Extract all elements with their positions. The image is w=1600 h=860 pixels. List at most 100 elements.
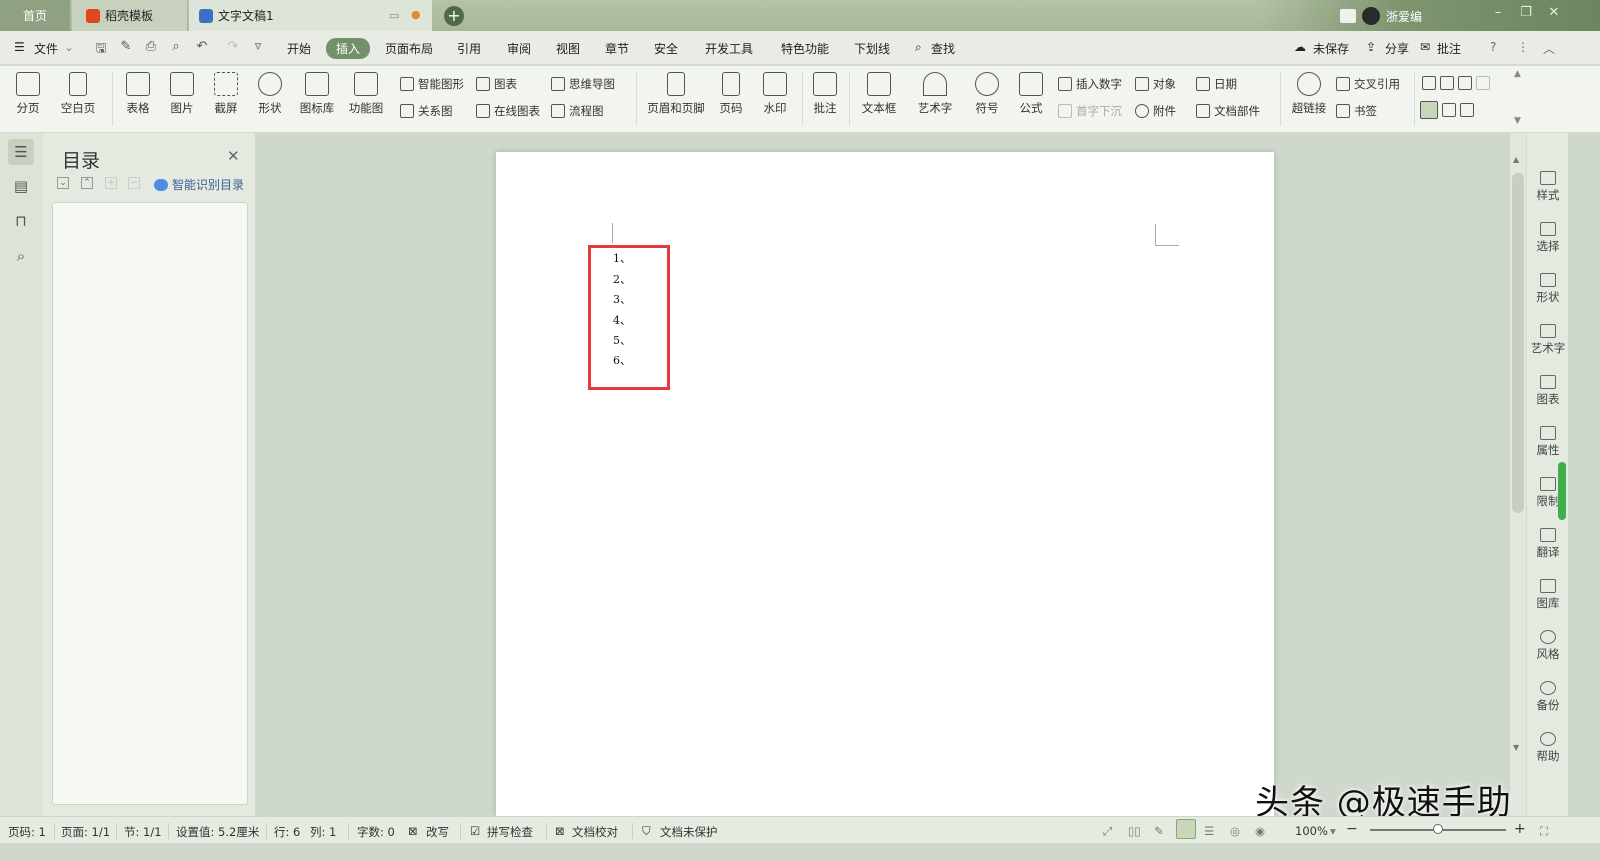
page-break-button[interactable]: 分页 xyxy=(3,70,53,116)
gallery-panel-button[interactable]: 图库 xyxy=(1527,579,1569,611)
list-item[interactable]: 1、 xyxy=(613,250,631,266)
share-icon[interactable]: ⇪ xyxy=(1366,40,1376,54)
smart-shape-button[interactable]: 智能图形 xyxy=(400,76,464,92)
status-page[interactable]: 页码: 1 xyxy=(8,824,46,840)
fullscreen-icon[interactable]: ⤢ xyxy=(1103,824,1112,839)
scroll-thumb[interactable] xyxy=(1512,173,1524,513)
menu-reference[interactable]: 引用 xyxy=(457,40,481,57)
tab-template[interactable]: 稻壳模板 xyxy=(72,0,187,31)
chevron-down-icon[interactable]: ⌄ xyxy=(64,40,74,54)
ribbon-scroll-icon[interactable]: ▲ xyxy=(1514,69,1521,79)
status-pages[interactable]: 页面: 1/1 xyxy=(61,824,110,840)
symbol-button[interactable]: 符号 xyxy=(962,70,1012,116)
watermark-button[interactable]: 水印 xyxy=(750,70,800,116)
formula-button[interactable]: 公式 xyxy=(1006,70,1056,116)
menu-layout[interactable]: 页面布局 xyxy=(385,40,433,57)
redo-icon[interactable]: ↷ xyxy=(224,39,242,57)
menu-chapter[interactable]: 章节 xyxy=(605,40,629,57)
layout-option-icon[interactable] xyxy=(1458,76,1472,90)
menu-view[interactable]: 视图 xyxy=(556,40,580,57)
scroll-up-icon[interactable]: ▲ xyxy=(1513,155,1519,164)
ribbon-scroll-icon[interactable]: ▼ xyxy=(1514,116,1521,126)
undo-icon[interactable]: ↶ xyxy=(193,39,211,57)
zoom-level[interactable]: 100% xyxy=(1295,824,1328,838)
ribbon-extra-row1[interactable] xyxy=(1422,76,1494,90)
comment-icon[interactable]: ✉ xyxy=(1420,40,1430,54)
layout-option-icon[interactable] xyxy=(1442,103,1456,117)
list-item[interactable]: 5、 xyxy=(613,332,631,348)
find-nav-icon[interactable]: ⌕ xyxy=(8,243,34,269)
scroll-down-icon[interactable]: ▼ xyxy=(1513,743,1519,752)
expand-icon[interactable]: ⌄ xyxy=(57,177,69,189)
panel-scroll-thumb[interactable] xyxy=(1558,462,1566,520)
outline-view-icon[interactable]: ☰ xyxy=(1204,824,1214,838)
ribbon-extra-row2[interactable] xyxy=(1420,101,1478,119)
toc-list[interactable] xyxy=(52,202,248,805)
wordart-panel-button[interactable]: 艺术字 xyxy=(1527,324,1569,356)
menu-file[interactable]: 文件 xyxy=(34,40,58,57)
status-protect[interactable]: 文档未保护 xyxy=(660,824,718,840)
customize-icon[interactable]: ▿ xyxy=(249,39,267,57)
insert-number-button[interactable]: 插入数字 xyxy=(1058,76,1122,92)
add-icon[interactable]: + xyxy=(105,177,117,189)
property-panel-button[interactable]: 属性 xyxy=(1527,426,1569,458)
status-setting[interactable]: 设置值: 5.2厘米 xyxy=(176,824,259,840)
cloud-icon[interactable]: ☁ xyxy=(1294,40,1306,54)
status-col[interactable]: 列: 1 xyxy=(310,824,336,840)
menu-review[interactable]: 审阅 xyxy=(507,40,531,57)
menu-features[interactable]: 特色功能 xyxy=(781,40,829,57)
translate-panel-button[interactable]: 翻译 xyxy=(1527,528,1569,560)
list-item[interactable]: 2、 xyxy=(613,271,631,287)
zoom-dropdown-icon[interactable]: ▾ xyxy=(1330,824,1336,838)
toc-nav-icon[interactable]: ☰ xyxy=(8,139,34,165)
collapse-ribbon-icon[interactable]: ︿ xyxy=(1543,40,1555,57)
menu-search[interactable]: 查找 xyxy=(931,40,955,57)
read-mode-icon[interactable]: ▯▯ xyxy=(1128,824,1141,838)
print-icon[interactable]: ⎙ xyxy=(142,39,160,57)
page-view-icon[interactable] xyxy=(1176,819,1196,839)
outline-nav-icon[interactable]: ▤ xyxy=(8,173,34,199)
eye-protect-icon[interactable]: ◉ xyxy=(1255,824,1265,838)
comment-button[interactable]: 批注 xyxy=(1437,40,1461,57)
bookmark-button[interactable]: 书签 xyxy=(1336,103,1377,119)
save-icon[interactable]: 🖫 xyxy=(92,39,110,57)
minimize-icon[interactable]: – xyxy=(1488,5,1508,25)
menu-security[interactable]: 安全 xyxy=(654,40,678,57)
write-mode-icon[interactable]: ✎ xyxy=(1154,824,1164,838)
tab-document[interactable]: 文字文稿1 ▭ ● xyxy=(189,0,432,31)
smart-toc-button[interactable]: 智能识别目录 xyxy=(154,176,244,193)
blank-page-button[interactable]: 空白页 xyxy=(53,70,103,116)
select-panel-button[interactable]: 选择 xyxy=(1527,222,1569,254)
menu-start[interactable]: 开始 xyxy=(287,40,311,57)
shape-button[interactable]: 形状 xyxy=(245,70,295,116)
help-panel-button[interactable]: 帮助 xyxy=(1527,732,1569,764)
doc-parts-button[interactable]: 文档部件 xyxy=(1196,103,1260,119)
print-preview-icon[interactable]: ⌕ xyxy=(167,39,185,57)
remove-icon[interactable]: − xyxy=(128,177,140,189)
layout-option-icon[interactable] xyxy=(1422,76,1436,90)
fit-page-icon[interactable]: ⛶ xyxy=(1540,824,1548,839)
drop-cap-button[interactable]: 首字下沉 xyxy=(1058,103,1122,119)
layout-option-icon[interactable] xyxy=(1460,103,1474,117)
menu-insert[interactable]: 插入 xyxy=(326,38,371,59)
layout-option-icon[interactable] xyxy=(1420,101,1438,119)
attachment-button[interactable]: 附件 xyxy=(1135,103,1176,119)
date-button[interactable]: 日期 xyxy=(1196,76,1237,92)
web-view-icon[interactable]: ◎ xyxy=(1230,824,1240,838)
new-tab-button[interactable]: + xyxy=(444,6,464,26)
restore-icon[interactable]: ❐ xyxy=(1516,5,1536,25)
zoom-in-icon[interactable]: + xyxy=(1514,821,1526,837)
header-footer-button[interactable]: 页眉和页脚 xyxy=(645,70,707,116)
more-icon[interactable]: ⋮ xyxy=(1517,40,1529,54)
list-item[interactable]: 3、 xyxy=(613,291,631,307)
shape-panel-button[interactable]: 形状 xyxy=(1527,273,1569,305)
menu-devtools[interactable]: 开发工具 xyxy=(705,40,753,57)
hyperlink-button[interactable]: 超链接 xyxy=(1284,70,1334,116)
wordart-button[interactable]: 艺术字 xyxy=(910,70,960,116)
function-chart-button[interactable]: 功能图 xyxy=(341,70,391,116)
page-number-button[interactable]: 页码 xyxy=(706,70,756,116)
screenshot-button[interactable]: 截屏 xyxy=(201,70,251,116)
hamburger-icon[interactable]: ☰ xyxy=(14,40,25,54)
card-icon[interactable] xyxy=(1340,9,1356,23)
search-icon[interactable]: ⌕ xyxy=(915,40,922,55)
